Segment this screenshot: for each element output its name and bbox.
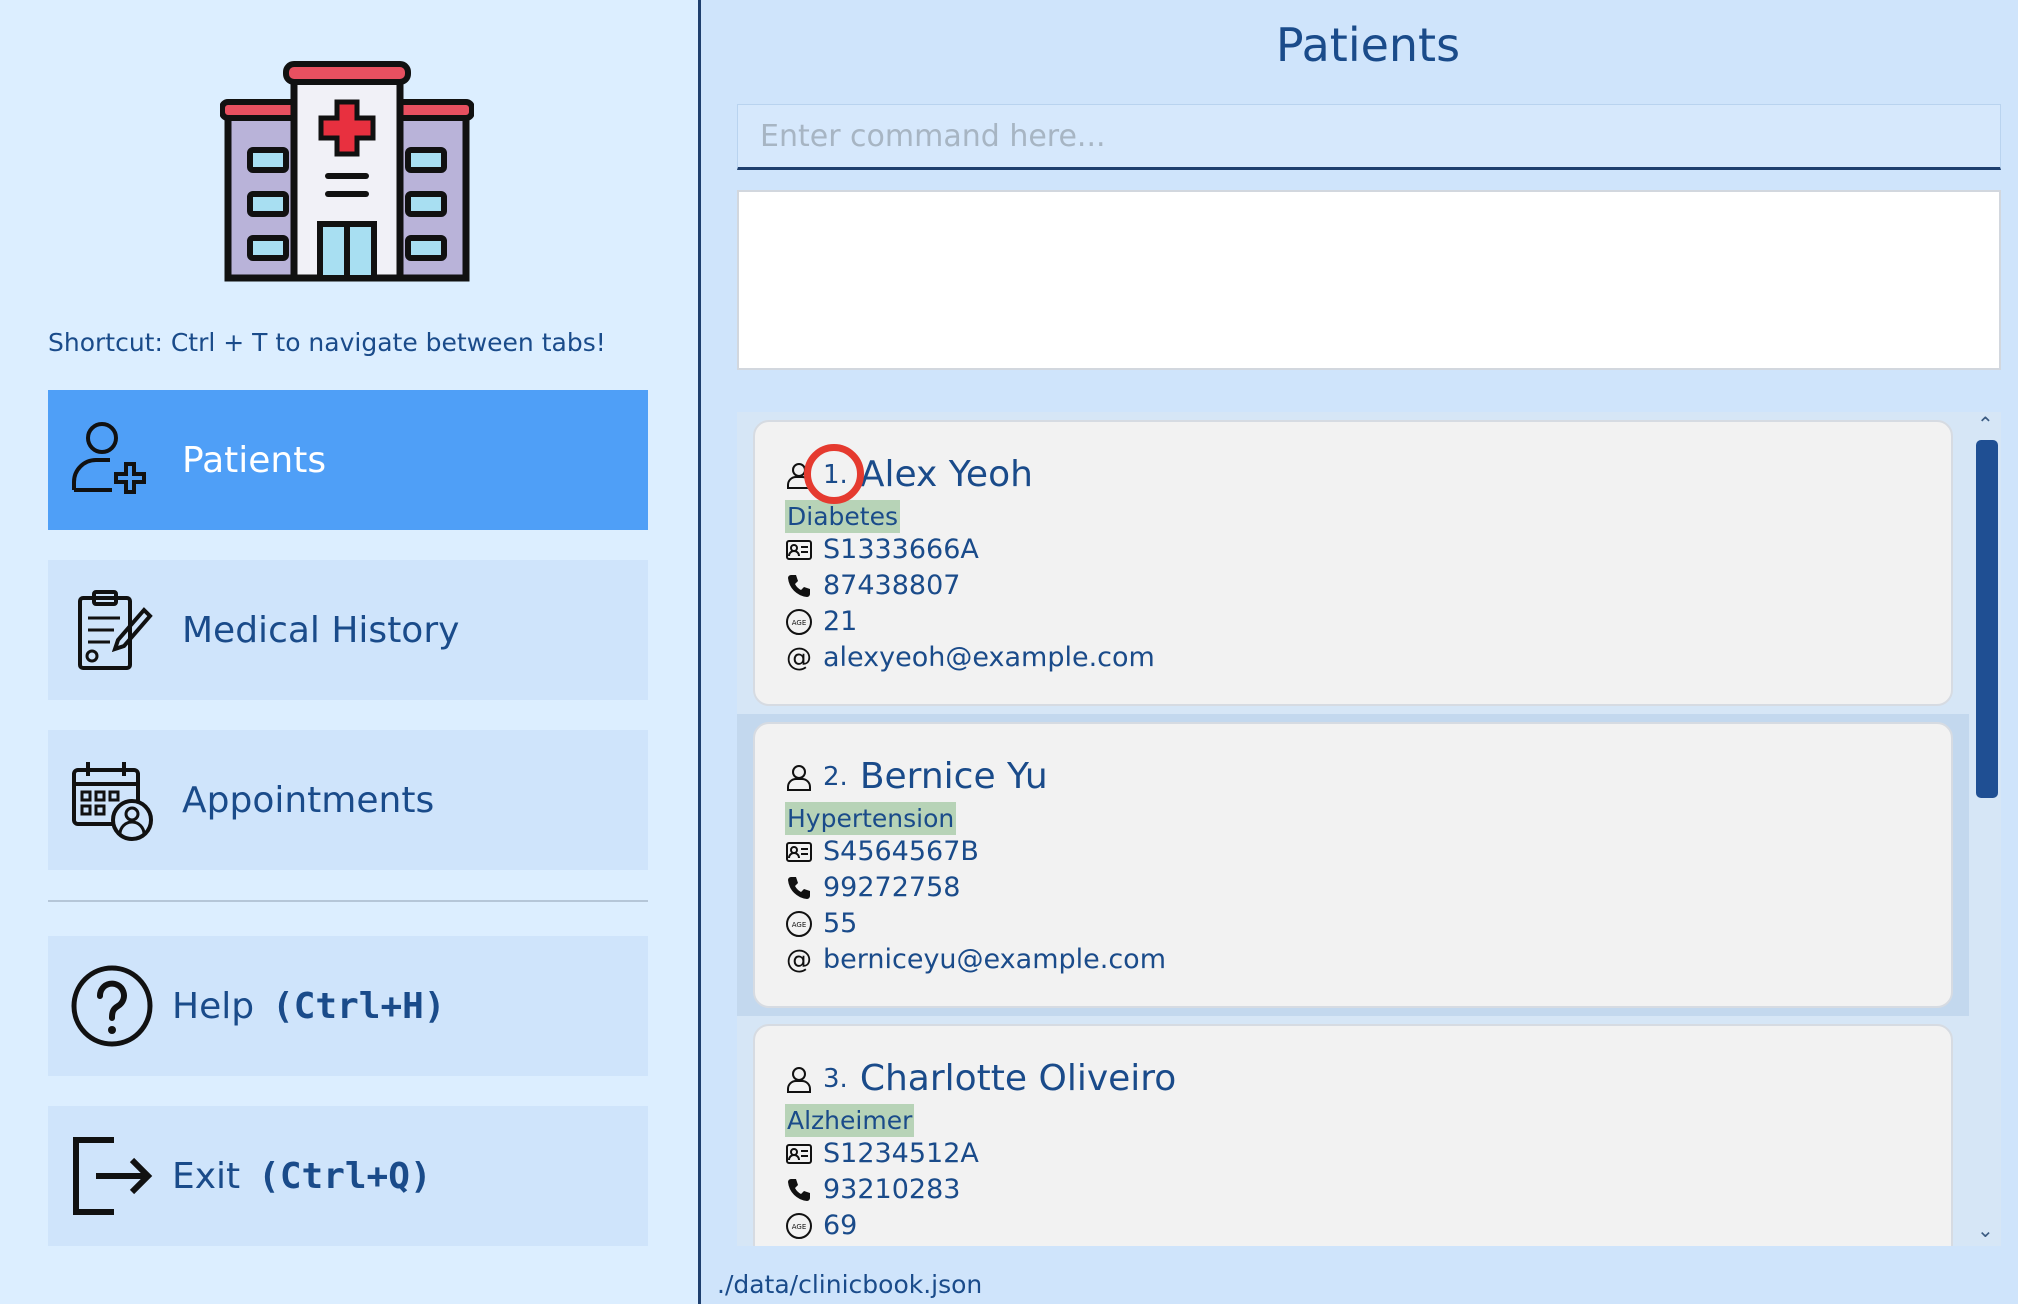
id-card-icon <box>786 1143 812 1164</box>
age-icon: AGE <box>786 608 812 635</box>
svg-text:AGE: AGE <box>792 1223 807 1231</box>
patient-phone: 93210283 <box>823 1174 961 1205</box>
condition-tag: Alzheimer <box>785 1104 915 1137</box>
nric-row: S4564567B <box>785 836 979 867</box>
person-icon <box>787 1066 811 1093</box>
nav-tab-medical-history[interactable]: Medical History <box>48 560 648 700</box>
patient-email: alexyeoh@example.com <box>823 642 1155 673</box>
command-input[interactable] <box>737 104 2001 170</box>
patient-age: 21 <box>823 606 858 637</box>
scroll-down-icon[interactable]: ⌄ <box>1977 1218 1994 1242</box>
patient-phone: 87438807 <box>823 570 961 601</box>
help-shortcut: (Ctrl+H) <box>272 985 446 1027</box>
result-display <box>737 190 2001 370</box>
help-label: Help (Ctrl+H) <box>172 986 445 1027</box>
add-user-icon <box>72 422 146 494</box>
sidebar: Shortcut: Ctrl + T to navigate between t… <box>0 0 698 1304</box>
patient-age: 69 <box>823 1210 858 1241</box>
exit-text: Exit <box>172 1155 241 1197</box>
exit-icon <box>73 1137 153 1215</box>
main-panel: Patients 1. Alex Yeoh Diabetes S1333666A… <box>701 0 2018 1304</box>
phone-row: 93210283 <box>785 1174 960 1205</box>
list-scrollbar[interactable]: ⌃ ⌄ <box>1969 412 2005 1246</box>
email-row: @ berniceyu@example.com <box>785 944 1166 975</box>
patient-list[interactable]: 1. Alex Yeoh Diabetes S1333666A 87438807… <box>737 412 2001 1246</box>
status-bar-path: ./data/clinicbook.json <box>717 1270 983 1299</box>
list-item[interactable]: 2. Bernice Yu Hypertension S4564567B 992… <box>737 714 1969 1016</box>
list-item[interactable]: 3. Charlotte Oliveiro Alzheimer S1234512… <box>737 1016 1969 1246</box>
phone-icon <box>788 1178 810 1201</box>
page-title: Patients <box>1275 18 1461 72</box>
svg-text:AGE: AGE <box>792 619 807 627</box>
patient-card[interactable]: 1. Alex Yeoh Diabetes S1333666A 87438807… <box>753 420 1953 706</box>
click-indicator <box>804 444 864 504</box>
question-icon <box>71 965 153 1047</box>
id-card-icon <box>786 539 812 560</box>
phone-icon <box>788 876 810 899</box>
help-text: Help <box>172 985 255 1027</box>
nric-row: S1333666A <box>785 534 979 565</box>
age-icon: AGE <box>786 910 812 937</box>
patient-name-row: 2. Bernice Yu <box>785 756 1048 797</box>
scroll-up-icon[interactable]: ⌃ <box>1977 412 1994 436</box>
nav-tab-appointments-label: Appointments <box>182 779 435 821</box>
patient-name: Alex Yeoh <box>859 454 1033 495</box>
patient-name: Charlotte Oliveiro <box>859 1058 1177 1099</box>
nav-tab-patients[interactable]: Patients <box>48 390 648 530</box>
condition-tag: Diabetes <box>785 500 900 533</box>
at-sign-icon: @ <box>786 946 812 974</box>
svg-text:@: @ <box>786 946 812 974</box>
patient-name: Bernice Yu <box>859 756 1048 797</box>
patient-name-row: 3. Charlotte Oliveiro <box>785 1058 1176 1099</box>
exit-button[interactable]: Exit (Ctrl+Q) <box>48 1106 648 1246</box>
phone-row: 99272758 <box>785 872 960 903</box>
clipboard-icon <box>78 590 153 670</box>
shortcut-hint: Shortcut: Ctrl + T to navigate between t… <box>48 328 606 357</box>
id-card-icon <box>786 841 812 862</box>
svg-text:@: @ <box>786 644 812 672</box>
nric-row: S1234512A <box>785 1138 979 1169</box>
phone-icon <box>788 574 810 597</box>
person-icon <box>787 764 811 791</box>
help-button[interactable]: Help (Ctrl+H) <box>48 936 648 1076</box>
scroll-thumb[interactable] <box>1976 440 1998 798</box>
age-row: AGE 55 <box>785 908 857 939</box>
condition-tag: Hypertension <box>785 802 957 835</box>
sidebar-divider <box>48 900 648 902</box>
patient-card[interactable]: 3. Charlotte Oliveiro Alzheimer S1234512… <box>753 1024 1953 1246</box>
age-icon: AGE <box>786 1212 812 1239</box>
at-sign-icon: @ <box>786 644 812 672</box>
patient-index: 3. <box>823 1063 848 1094</box>
phone-row: 87438807 <box>785 570 960 601</box>
nav-tab-appointments[interactable]: Appointments <box>48 730 648 870</box>
age-row: AGE 21 <box>785 606 857 637</box>
list-item[interactable]: 1. Alex Yeoh Diabetes S1333666A 87438807… <box>737 412 1969 714</box>
patient-index: 2. <box>823 761 848 792</box>
svg-text:AGE: AGE <box>792 921 807 929</box>
patient-email: berniceyu@example.com <box>823 944 1166 975</box>
email-row: @ alexyeoh@example.com <box>785 642 1155 673</box>
patient-card[interactable]: 2. Bernice Yu Hypertension S4564567B 992… <box>753 722 1953 1008</box>
patient-nric: S1234512A <box>823 1138 979 1169</box>
nav-tab-medical-history-label: Medical History <box>182 609 460 651</box>
age-row: AGE 69 <box>785 1210 857 1241</box>
patient-nric: S4564567B <box>823 836 979 867</box>
nav-tab-patients-label: Patients <box>182 439 327 481</box>
hospital-logo-icon <box>220 61 474 282</box>
patient-age: 55 <box>823 908 858 939</box>
exit-label: Exit (Ctrl+Q) <box>172 1156 432 1197</box>
exit-shortcut: (Ctrl+Q) <box>258 1155 432 1197</box>
patient-phone: 99272758 <box>823 872 961 903</box>
calendar-icon <box>72 762 153 841</box>
patient-nric: S1333666A <box>823 534 979 565</box>
